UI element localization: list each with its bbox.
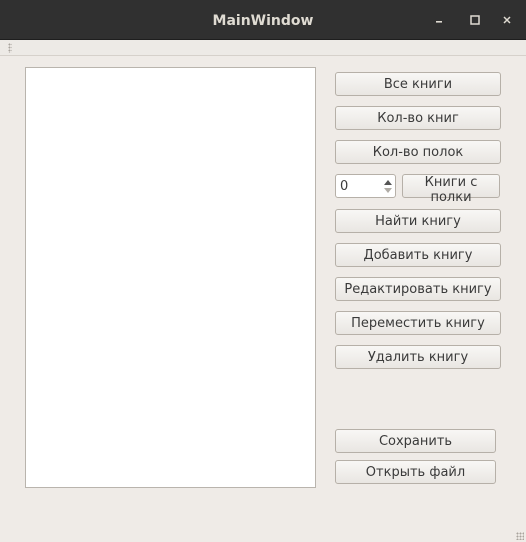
resize-grip[interactable] <box>516 532 524 540</box>
books-from-shelf-button[interactable]: Книги с полки <box>402 174 500 205</box>
save-button[interactable]: Сохранить <box>335 429 496 453</box>
shelf-number-input[interactable] <box>340 178 378 194</box>
shelf-count-button[interactable]: Кол-во полок <box>335 140 501 164</box>
edit-book-button[interactable]: Редактировать книгу <box>335 277 501 301</box>
book-count-button[interactable]: Кол-во книг <box>335 106 501 130</box>
toolbar-handle[interactable] <box>8 43 12 53</box>
window-title: MainWindow <box>212 13 314 29</box>
spin-down-arrow-icon[interactable] <box>382 186 394 196</box>
find-book-button[interactable]: Найти книгу <box>335 209 501 233</box>
open-file-button[interactable]: Открыть файл <box>335 460 496 484</box>
main-window: MainWindow Все книги Кол-во книг Кол-во … <box>0 0 526 542</box>
add-book-button[interactable]: Добавить книгу <box>335 243 501 267</box>
delete-book-button[interactable]: Удалить книгу <box>335 345 501 369</box>
all-books-button[interactable]: Все книги <box>335 72 501 96</box>
shelf-number-spinbox[interactable] <box>335 174 396 198</box>
close-icon[interactable] <box>499 12 515 28</box>
maximize-icon[interactable] <box>467 12 483 28</box>
books-list-view[interactable] <box>25 67 316 488</box>
minimize-icon[interactable] <box>431 12 447 28</box>
move-book-button[interactable]: Переместить книгу <box>335 311 501 335</box>
toolbar <box>0 40 526 56</box>
title-bar[interactable]: MainWindow <box>0 0 526 40</box>
